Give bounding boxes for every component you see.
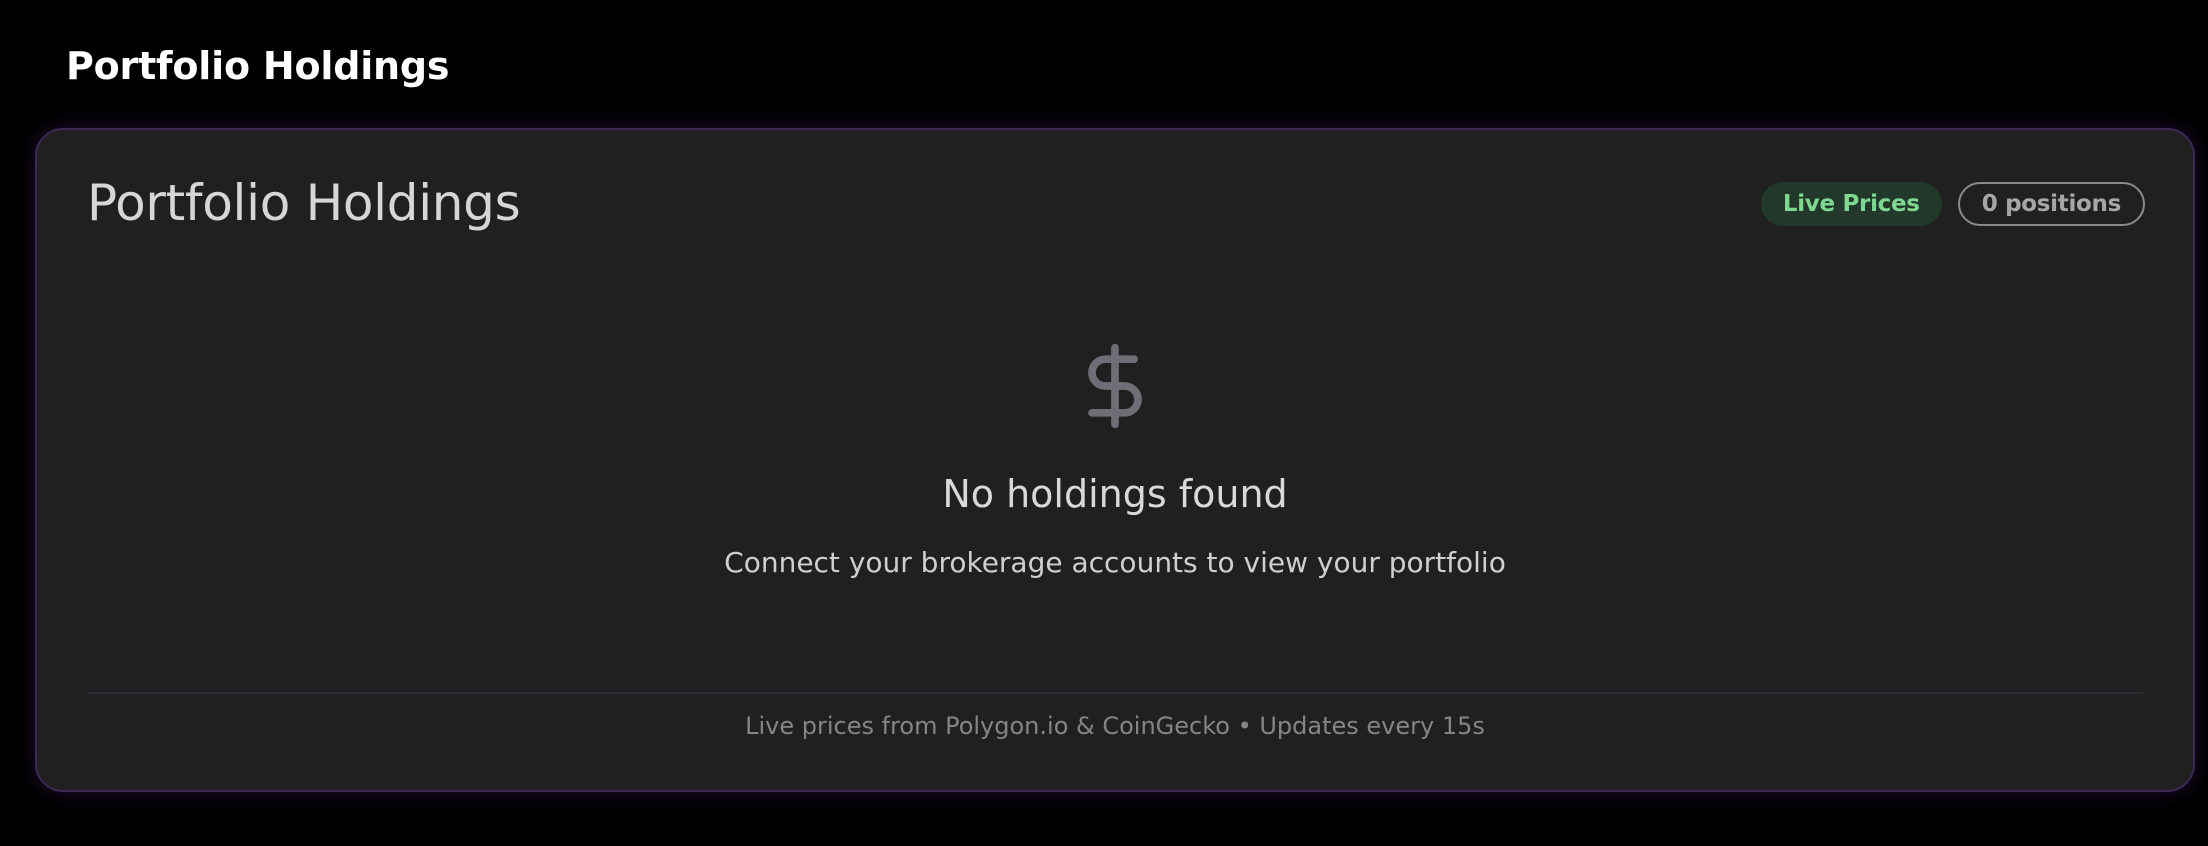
empty-state: No holdings found Connect your brokerage… [37, 340, 2193, 579]
card-title: Portfolio Holdings [87, 174, 521, 232]
price-source-note: Live prices from Polygon.io & CoinGecko … [745, 712, 1485, 740]
empty-state-subtitle: Connect your brokerage accounts to view … [724, 546, 1506, 579]
positions-count-badge: 0 positions [1957, 182, 2145, 226]
divider [87, 692, 2143, 694]
page: Portfolio Holdings Portfolio Holdings Li… [0, 0, 2208, 846]
page-title: Portfolio Holdings [66, 44, 450, 88]
live-prices-badge: Live Prices [1760, 182, 1942, 226]
empty-state-title: No holdings found [942, 472, 1288, 516]
dollar-icon [1088, 343, 1142, 429]
badge-group: Live Prices 0 positions [1760, 182, 2145, 226]
portfolio-holdings-card: Portfolio Holdings Live Prices 0 positio… [35, 128, 2195, 792]
